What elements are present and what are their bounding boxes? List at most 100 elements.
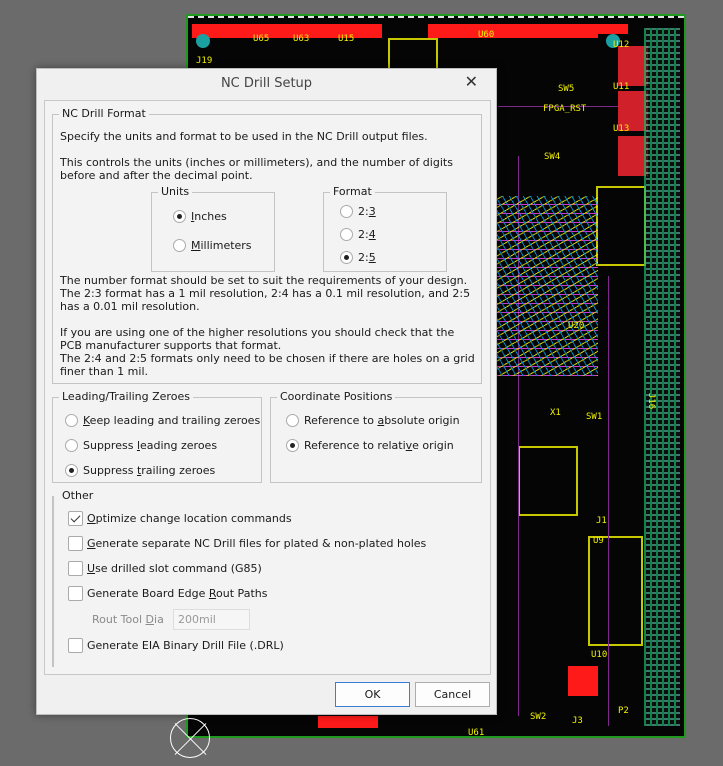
option-label: Generate EIA Binary Drill File (.DRL)	[87, 639, 284, 652]
group-title: Format	[330, 185, 375, 198]
pad	[318, 716, 378, 728]
option-label: Suppress trailing zeroes	[83, 464, 216, 477]
pcb-label: SW5	[558, 84, 575, 94]
pcb-label: U20	[568, 321, 585, 331]
format-2-5-radio[interactable]: 2:5	[340, 251, 376, 264]
zeroes-group: Leading/Trailing Zeroes Keep leading and…	[52, 390, 262, 483]
ok-button[interactable]: OK	[335, 682, 410, 707]
cancel-button[interactable]: Cancel	[415, 682, 490, 707]
other-group: Other Optimize change location commands …	[52, 489, 426, 667]
pcb-label: U12	[613, 40, 630, 50]
option-label: Suppress leading zeroes	[83, 439, 218, 452]
pcb-label: U10	[591, 650, 608, 660]
pcb-label: U9	[593, 536, 604, 546]
dialog-title: NC Drill Setup	[220, 76, 313, 91]
intro-text: Specify the units and format to be used …	[60, 130, 428, 143]
component-outline	[596, 186, 646, 266]
group-title: Units	[158, 185, 193, 198]
trace	[608, 276, 609, 726]
option-label: 2:5	[358, 251, 376, 264]
pcb-label: J3	[572, 716, 583, 726]
checkbox[interactable]	[68, 638, 83, 653]
option-label: 2:4	[358, 228, 376, 241]
separate-files-checkbox[interactable]: Generate separate NC Drill files for pla…	[68, 536, 426, 551]
nc-drill-format-group: NC Drill Format Specify the units and fo…	[52, 107, 482, 384]
option-label: Millimeters	[191, 239, 252, 252]
checkbox[interactable]	[68, 561, 83, 576]
optimize-checkbox[interactable]: Optimize change location commands	[68, 511, 292, 526]
group-title: NC Drill Format	[59, 107, 149, 120]
pcb-label: U11	[613, 82, 630, 92]
checkbox[interactable]	[68, 536, 83, 551]
note-text: The 2:4 and 2:5 formats only need to be …	[60, 352, 475, 378]
radio-button[interactable]	[65, 464, 78, 477]
close-icon[interactable]: ✕	[465, 72, 478, 91]
option-label: Reference to relative origin	[304, 439, 454, 452]
pcb-label: SW1	[586, 412, 603, 422]
eia-binary-checkbox[interactable]: Generate EIA Binary Drill File (.DRL)	[68, 638, 284, 653]
radio-button[interactable]	[65, 439, 78, 452]
group-title: Other	[59, 489, 97, 502]
option-label: Use drilled slot command (G85)	[87, 562, 262, 575]
units-millimeters-radio[interactable]: Millimeters	[173, 239, 252, 252]
units-inches-radio[interactable]: Inches	[173, 210, 227, 223]
mounting-hole	[196, 34, 210, 48]
option-label: Keep leading and trailing zeroes	[83, 414, 261, 427]
pcb-label: SW2	[530, 712, 547, 722]
drilled-slot-checkbox[interactable]: Use drilled slot command (G85)	[68, 561, 262, 576]
option-label: Reference to absolute origin	[304, 414, 460, 427]
format-group: Format 2:3 2:4 2:5	[323, 185, 447, 272]
pcb-label: U15	[338, 34, 355, 44]
option-label: Generate Board Edge Rout Paths	[87, 587, 268, 600]
pcb-label: J16	[646, 392, 657, 410]
note-text: The number format should be set to suit …	[60, 274, 468, 287]
keep-zeroes-radio[interactable]: Keep leading and trailing zeroes	[65, 414, 260, 427]
rout-tool-dia-input[interactable]: 200mil	[173, 609, 250, 630]
dialog-body: NC Drill Format Specify the units and fo…	[44, 100, 491, 675]
pcb-label: U61	[468, 728, 485, 738]
relative-origin-radio[interactable]: Reference to relative origin	[286, 439, 454, 452]
option-label: Generate separate NC Drill files for pla…	[87, 537, 427, 550]
pcb-label: J19	[196, 56, 213, 66]
option-label: Optimize change location commands	[87, 512, 292, 525]
intro-text-2: This controls the units (inches or milli…	[60, 156, 453, 182]
radio-button[interactable]	[286, 414, 299, 427]
pcb-label: SW4	[544, 152, 561, 162]
suppress-leading-radio[interactable]: Suppress leading zeroes	[65, 439, 217, 452]
group-title: Coordinate Positions	[277, 390, 396, 403]
note-text: If you are using one of the higher resol…	[60, 326, 455, 352]
format-2-4-radio[interactable]: 2:4	[340, 228, 376, 241]
rout-tool-dia-label: Rout Tool Dia	[92, 613, 164, 626]
radio-button[interactable]	[173, 210, 186, 223]
radio-button[interactable]	[65, 414, 78, 427]
radio-button[interactable]	[340, 228, 353, 241]
note-text: The 2:3 format has a 1 mil resolution, 2…	[60, 287, 471, 313]
suppress-trailing-radio[interactable]: Suppress trailing zeroes	[65, 464, 215, 477]
pcb-label: FPGA_RST	[543, 104, 587, 114]
radio-button[interactable]	[286, 439, 299, 452]
checkbox[interactable]	[68, 586, 83, 601]
origin-marker-icon	[170, 718, 210, 758]
group-title: Leading/Trailing Zeroes	[59, 390, 193, 403]
copper-pour	[478, 24, 628, 34]
component-outline	[588, 536, 643, 646]
radio-button[interactable]	[340, 205, 353, 218]
units-group: Units Inches Millimeters	[151, 185, 275, 272]
pcb-label: U65	[253, 34, 270, 44]
rout-paths-checkbox[interactable]: Generate Board Edge Rout Paths	[68, 586, 267, 601]
component-outline	[518, 446, 578, 516]
checkbox[interactable]	[68, 511, 83, 526]
pcb-label: X1	[550, 408, 561, 418]
option-label: Inches	[191, 210, 227, 223]
header-connector	[644, 28, 680, 726]
radio-button[interactable]	[173, 239, 186, 252]
pad	[568, 666, 598, 696]
absolute-origin-radio[interactable]: Reference to absolute origin	[286, 414, 460, 427]
nc-drill-setup-dialog: NC Drill Setup ✕ NC Drill Format Specify…	[36, 68, 497, 715]
board-edge	[188, 16, 684, 19]
pcb-label: J1	[596, 516, 607, 526]
coordinate-positions-group: Coordinate Positions Reference to absolu…	[270, 390, 482, 483]
format-2-3-radio[interactable]: 2:3	[340, 205, 376, 218]
pcb-label: P2	[618, 706, 629, 716]
radio-button[interactable]	[340, 251, 353, 264]
